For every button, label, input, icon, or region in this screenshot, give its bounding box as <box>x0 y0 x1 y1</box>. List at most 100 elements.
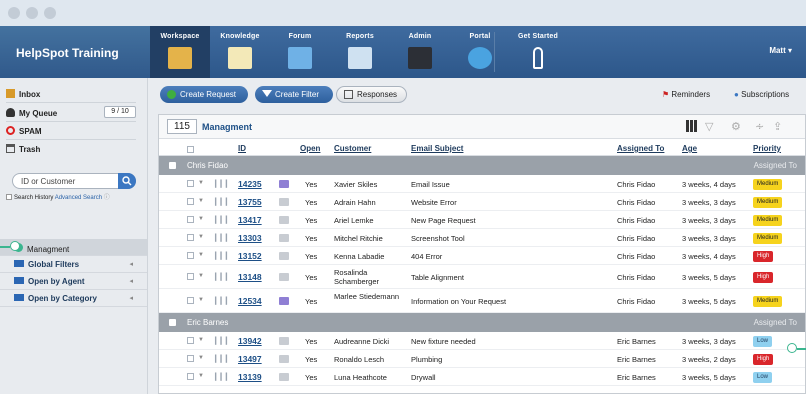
sidebar-filter-global-filters[interactable]: Global Filters ◂ <box>0 256 147 273</box>
column-header-customer[interactable]: Customer <box>334 144 371 153</box>
request-id-link[interactable]: 13303 <box>238 233 262 243</box>
row-menu-icon[interactable]: ▼ <box>198 373 204 379</box>
request-id-link[interactable]: 13139 <box>238 372 262 382</box>
request-id-link[interactable]: 13148 <box>238 272 262 282</box>
brand-title[interactable]: HelpSpot Training <box>16 46 119 60</box>
export-icon[interactable]: ⇪ <box>773 120 785 133</box>
reminders-link[interactable]: ⚑ Reminders <box>662 90 710 99</box>
help-icon[interactable]: ⓘ <box>104 195 110 201</box>
user-menu[interactable]: Matt ▾ <box>769 46 792 55</box>
request-id-link[interactable]: 13755 <box>238 197 262 207</box>
sidebar-item-label: SPAM <box>19 127 42 136</box>
table-row[interactable]: ▼ ▎▎▎ 12534 Yes Marlee Stiedemann Information… <box>159 289 805 313</box>
sidebar-item-my-queue[interactable]: My Queue 9 / 10 <box>6 106 136 120</box>
customer-name: Audreanne Dicki <box>334 337 390 346</box>
collapse-arrow-icon[interactable]: ◂ <box>129 260 133 268</box>
search-button[interactable] <box>118 173 136 189</box>
row-menu-icon[interactable]: ▼ <box>198 234 204 240</box>
request-id-link[interactable]: 13942 <box>238 336 262 346</box>
row-checkbox[interactable] <box>187 216 194 223</box>
nav-tab-reports[interactable]: Reports <box>330 26 390 78</box>
column-header-id[interactable]: ID <box>238 144 246 153</box>
column-header-priority[interactable]: Priority <box>753 144 781 153</box>
collapse-arrow-icon[interactable]: ◂ <box>129 277 133 285</box>
table-row[interactable]: ▼ ▎▎▎ 13417 Yes Ariel Lemke New Page Request C… <box>159 211 805 229</box>
advanced-search-link[interactable]: Advanced Search <box>55 195 102 201</box>
request-id-link[interactable]: 13417 <box>238 215 262 225</box>
nav-tab-admin[interactable]: Admin <box>390 26 450 78</box>
create-filter-button[interactable]: Create Filter <box>255 86 333 103</box>
nav-tab-forum[interactable]: Forum <box>270 26 330 78</box>
row-menu-icon[interactable]: ▼ <box>198 216 204 222</box>
request-id-link[interactable]: 13152 <box>238 251 262 261</box>
rss-icon[interactable]: ∻ <box>755 120 767 133</box>
panel-title: Managment <box>202 122 253 132</box>
row-menu-icon[interactable]: ▼ <box>198 355 204 361</box>
email-icon <box>279 252 289 260</box>
row-menu-icon[interactable]: ▼ <box>198 180 204 186</box>
subscriptions-link[interactable]: ● Subscriptions <box>734 90 789 99</box>
filter-icon[interactable]: ▽ <box>705 120 717 133</box>
row-checkbox[interactable] <box>187 297 194 304</box>
request-id-link[interactable]: 13497 <box>238 354 262 364</box>
nav-tab-label: Admin <box>408 33 432 40</box>
create-request-button[interactable]: Create Request <box>160 86 248 103</box>
search-placeholder: ID or Customer <box>21 177 76 186</box>
row-checkbox[interactable] <box>187 337 194 344</box>
row-menu-icon[interactable]: ▼ <box>198 337 204 343</box>
group-checkbox[interactable] <box>169 319 176 326</box>
brand-area: HelpSpot Training <box>0 26 150 78</box>
search-input[interactable]: ID or Customer <box>12 173 136 189</box>
grid-icon[interactable] <box>686 120 698 132</box>
column-header-age[interactable]: Age <box>682 144 697 153</box>
sidebar-item-trash[interactable]: Trash <box>6 144 136 156</box>
sidebar-item-inbox[interactable]: Inbox <box>6 89 136 101</box>
column-header-assigned-to[interactable]: Assigned To <box>617 144 664 153</box>
row-checkbox[interactable] <box>187 180 194 187</box>
table-row[interactable]: ▼ ▎▎▎ 13942 Yes Audreanne Dicki New fixture n… <box>159 332 805 350</box>
table-row[interactable]: ▼ ▎▎▎ 13497 Yes Ronaldo Lesch Plumbing Eric Ba… <box>159 350 805 368</box>
row-checkbox[interactable] <box>187 273 194 280</box>
request-id-link[interactable]: 12534 <box>238 296 262 306</box>
gear-icon[interactable]: ⚙ <box>731 120 743 133</box>
sidebar-filter-managment[interactable]: Managment <box>0 239 147 256</box>
customer-name: Luna Heathcote <box>334 373 387 382</box>
group-checkbox[interactable] <box>169 162 176 169</box>
nav-tab-workspace[interactable]: Workspace <box>150 26 210 78</box>
window-dot-close[interactable] <box>8 7 20 19</box>
row-checkbox[interactable] <box>187 373 194 380</box>
search-history-checkbox[interactable] <box>6 194 12 200</box>
nav-tab-get-started[interactable]: Get Started <box>508 26 568 78</box>
nav-tab-knowledge[interactable]: Knowledge <box>210 26 270 78</box>
row-menu-icon[interactable]: ▼ <box>198 297 204 303</box>
window-dot-zoom[interactable] <box>44 7 56 19</box>
select-all-checkbox[interactable] <box>187 146 194 153</box>
request-id-link[interactable]: 14235 <box>238 179 262 189</box>
row-menu-icon[interactable]: ▼ <box>198 273 204 279</box>
table-row[interactable]: ▼ ▎▎▎ 13139 Yes Luna Heathcote Drywall Eric Ba… <box>159 368 805 386</box>
row-checkbox[interactable] <box>187 252 194 259</box>
row-checkbox[interactable] <box>187 355 194 362</box>
table-row[interactable]: ▼ ▎▎▎ 13755 Yes Adrain Hahn Website Error Chri… <box>159 193 805 211</box>
sidebar-filter-open-by-agent[interactable]: Open by Agent ◂ <box>0 273 147 290</box>
filter-label: Global Filters <box>28 260 80 269</box>
sidebar-filter-open-by-category[interactable]: Open by Category ◂ <box>0 290 147 307</box>
table-row[interactable]: ▼ ▎▎▎ 13303 Yes Mitchel Ritchie Screenshot To… <box>159 229 805 247</box>
nav-tab-portal[interactable]: Portal <box>450 26 510 78</box>
age: 3 weeks, 2 days <box>682 355 736 364</box>
responses-button[interactable]: Responses <box>336 86 407 103</box>
portal-icon <box>468 47 492 69</box>
collapse-arrow-icon[interactable]: ◂ <box>129 294 133 302</box>
row-menu-icon[interactable]: ▼ <box>198 252 204 258</box>
priority-badge: Low <box>753 336 773 347</box>
table-row[interactable]: ▼ ▎▎▎ 13152 Yes Kenna Labadie 404 Error Chris … <box>159 247 805 265</box>
table-row[interactable]: ▼ ▎▎▎ 14235 Yes Xavier Skiles Email Issue Chri… <box>159 175 805 193</box>
table-row[interactable]: ▼ ▎▎▎ 13148 Yes Rosalinda Schamberger Table A… <box>159 265 805 289</box>
column-header-open[interactable]: Open <box>300 144 320 153</box>
column-header-email-subject[interactable]: Email Subject <box>411 144 463 153</box>
sidebar-item-spam[interactable]: SPAM <box>6 126 136 138</box>
row-menu-icon[interactable]: ▼ <box>198 198 204 204</box>
row-checkbox[interactable] <box>187 234 194 241</box>
row-checkbox[interactable] <box>187 198 194 205</box>
window-dot-minimize[interactable] <box>26 7 38 19</box>
